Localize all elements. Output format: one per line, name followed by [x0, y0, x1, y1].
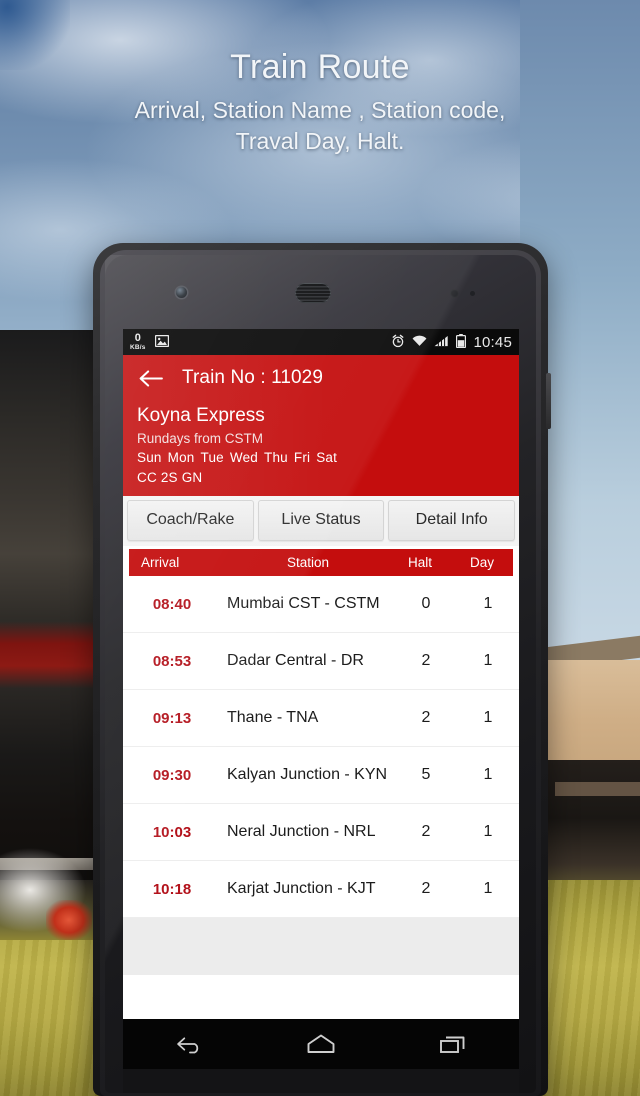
column-header-station: Station	[286, 555, 330, 570]
network-speed-value: 0	[134, 332, 141, 344]
phone-screen: 0 KB/s 10:45 Train No: 11029 Koyna Expr…	[123, 329, 519, 1019]
table-row[interactable]: 09:13 Thane - TNA 2 1	[123, 690, 519, 747]
cell-day: 1	[483, 880, 493, 897]
cell-station: Dadar Central - DR	[227, 652, 364, 669]
cell-halt: 2	[421, 880, 431, 897]
android-recents-icon[interactable]	[431, 1029, 475, 1059]
battery-icon	[456, 333, 467, 351]
promo-subline-1: Arrival, Station Name , Station code,	[134, 97, 506, 123]
android-navigation-bar	[123, 1019, 519, 1069]
promo-headline: Train Route	[230, 48, 410, 86]
table-row[interactable]: 08:53 Dadar Central - DR 2 1	[123, 633, 519, 690]
cell-halt: 2	[421, 823, 431, 840]
status-bar-clock: 10:45	[473, 333, 512, 351]
cell-arrival: 10:18	[152, 880, 192, 898]
table-row[interactable]: 10:18 Karjat Junction - KJT 2 1	[123, 861, 519, 918]
cell-arrival: 09:30	[152, 766, 192, 784]
tab-coach-rake[interactable]: Coach/Rake	[127, 500, 254, 541]
phone-top-bezel	[105, 255, 536, 329]
cell-day: 1	[483, 766, 493, 783]
power-button[interactable]	[546, 373, 551, 429]
day-wed: Wed	[229, 450, 258, 465]
network-speed-indicator: 0 KB/s	[130, 333, 146, 351]
front-camera-icon	[176, 287, 187, 298]
cell-station: Neral Junction - NRL	[227, 823, 376, 840]
signal-icon	[434, 335, 449, 350]
building-band	[555, 782, 640, 796]
cell-station: Mumbai CST - CSTM	[227, 595, 380, 612]
cell-day: 1	[483, 595, 493, 612]
cell-station: Kalyan Junction - KYN	[227, 766, 388, 783]
app-header-details: Koyna Express Rundays from CSTM Sun Mon Tu…	[123, 401, 519, 496]
cell-station: Thane - TNA	[227, 709, 319, 726]
cell-day: 1	[483, 709, 493, 726]
status-bar-right-group: 10:45	[391, 333, 512, 351]
back-arrow-icon[interactable]	[137, 365, 163, 391]
fire-glow	[46, 900, 92, 940]
page-title: Train No : 11029	[182, 367, 324, 388]
light-sensor-icon	[470, 291, 475, 296]
alarm-icon	[391, 334, 405, 351]
cell-halt: 2	[421, 652, 431, 669]
column-header-day: Day	[469, 555, 494, 570]
column-header-halt: Halt	[407, 555, 432, 570]
day-tue: Tue	[200, 450, 224, 465]
cell-day: 1	[483, 823, 493, 840]
wifi-icon	[412, 335, 427, 350]
phone-device: 0 KB/s 10:45 Train No: 11029 Koyna Expr…	[93, 243, 551, 1096]
day-sat: Sat	[316, 450, 338, 465]
android-back-icon[interactable]	[167, 1029, 211, 1059]
android-status-bar: 0 KB/s 10:45	[123, 329, 519, 355]
route-table: Arrival Station Halt Day 08:40 Mumbai CS…	[123, 549, 519, 975]
column-header-arrival: Arrival	[141, 555, 180, 570]
travel-classes: CC 2S GN	[137, 470, 203, 485]
network-speed-unit: KB/s	[130, 343, 146, 351]
cell-halt: 2	[421, 709, 431, 726]
phone-bottom-chin	[123, 1069, 519, 1093]
rundays-days-row: Sun Mon Tue Wed Thu Fri Sat	[137, 448, 505, 468]
day-thu: Thu	[264, 450, 288, 465]
cell-halt: 5	[421, 766, 431, 783]
day-sun: Sun	[137, 450, 162, 465]
cell-arrival: 08:53	[152, 652, 192, 670]
table-empty-area	[123, 918, 519, 975]
rundays-label: Rundays from CSTM	[137, 431, 264, 446]
cell-day: 1	[483, 652, 493, 669]
cell-station: Karjat Junction - KJT	[227, 880, 376, 897]
day-mon: Mon	[167, 450, 195, 465]
app-header-top-row: Train No : 11029	[123, 355, 519, 401]
image-icon	[154, 334, 169, 350]
phone-front-face: 0 KB/s 10:45 Train No: 11029 Koyna Expr…	[105, 255, 536, 1093]
cell-arrival: 10:03	[152, 823, 192, 841]
table-row[interactable]: 08:40 Mumbai CST - CSTM 0 1	[123, 576, 519, 633]
android-home-icon[interactable]	[299, 1029, 343, 1059]
table-row[interactable]: 09:30 Kalyan Junction - KYN 5 1	[123, 747, 519, 804]
tab-button-bar: Coach/Rake Live Status Detail Info	[123, 496, 519, 546]
cell-arrival: 09:13	[152, 709, 192, 727]
day-fri: Fri	[293, 450, 311, 465]
earpiece-speaker-icon	[295, 283, 331, 303]
phone-inner-frame: 0 KB/s 10:45 Train No: 11029 Koyna Expr…	[100, 250, 541, 1096]
table-row[interactable]: 10:03 Neral Junction - NRL 2 1	[123, 804, 519, 861]
train-name: Koyna Express	[137, 405, 265, 426]
app-header: Train No : 11029 Koyna Express Rundays f…	[123, 355, 519, 496]
tab-detail-info[interactable]: Detail Info	[388, 500, 516, 541]
promo-title-block: Train Route Arrival, Station Name , Stat…	[0, 46, 640, 157]
status-bar-left-group: 0 KB/s	[130, 333, 169, 351]
proximity-sensor-icon	[450, 289, 459, 298]
table-header-row: Arrival Station Halt Day	[129, 549, 513, 576]
cell-halt: 0	[421, 595, 431, 612]
cell-arrival: 08:40	[152, 595, 192, 613]
tab-live-status[interactable]: Live Status	[257, 500, 385, 541]
promo-subline-2: Traval Day, Halt.	[235, 128, 405, 154]
